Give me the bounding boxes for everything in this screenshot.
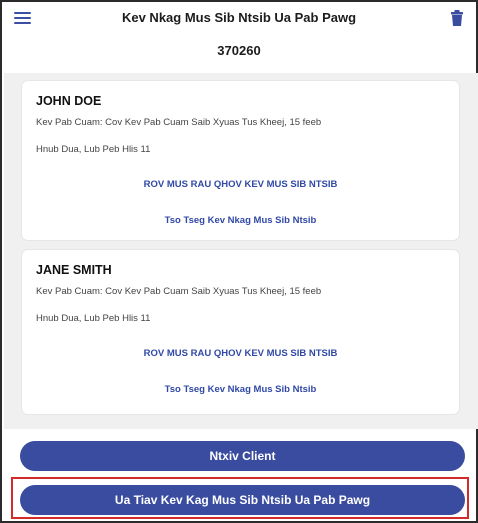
client-card: JANE SMITH Kev Pab Cuam: Cov Kev Pab Cua… xyxy=(22,250,459,414)
hamburger-menu-icon[interactable] xyxy=(14,11,32,25)
return-to-visit-link[interactable]: ROV MUS RAU QHOV KEV MUS SIB NTSIB xyxy=(22,348,459,359)
client-name: JANE SMITH xyxy=(36,263,112,277)
client-card: JOHN DOE Kev Pab Cuam: Cov Kev Pab Cuam … xyxy=(22,81,459,240)
client-schedule: Hnub Dua, Lub Peb Hlis 11 xyxy=(36,144,151,155)
trash-icon[interactable] xyxy=(451,10,463,26)
header-bar: Kev Nkag Mus Sib Ntsib Ua Pab Pawg 37026… xyxy=(2,2,476,73)
client-schedule: Hnub Dua, Lub Peb Hlis 11 xyxy=(36,313,151,324)
app-frame: Kev Nkag Mus Sib Ntsib Ua Pab Pawg 37026… xyxy=(0,0,478,523)
client-name: JOHN DOE xyxy=(36,94,102,108)
page-title: Kev Nkag Mus Sib Ntsib Ua Pab Pawg xyxy=(121,10,357,25)
client-service: Kev Pab Cuam: Cov Kev Pab Cuam Saib Xyua… xyxy=(36,286,322,297)
cancel-visit-link[interactable]: Tso Tseg Kev Nkag Mus Sib Ntsib xyxy=(22,215,459,226)
cancel-visit-link[interactable]: Tso Tseg Kev Nkag Mus Sib Ntsib xyxy=(22,384,459,395)
add-client-button[interactable]: Ntxiv Client xyxy=(20,441,465,471)
client-service: Kev Pab Cuam: Cov Kev Pab Cuam Saib Xyua… xyxy=(36,117,322,128)
highlight-box xyxy=(11,477,469,519)
client-list: JOHN DOE Kev Pab Cuam: Cov Kev Pab Cuam … xyxy=(4,73,478,429)
visit-code: 370260 xyxy=(217,43,261,58)
return-to-visit-link[interactable]: ROV MUS RAU QHOV KEV MUS SIB NTSIB xyxy=(22,179,459,190)
